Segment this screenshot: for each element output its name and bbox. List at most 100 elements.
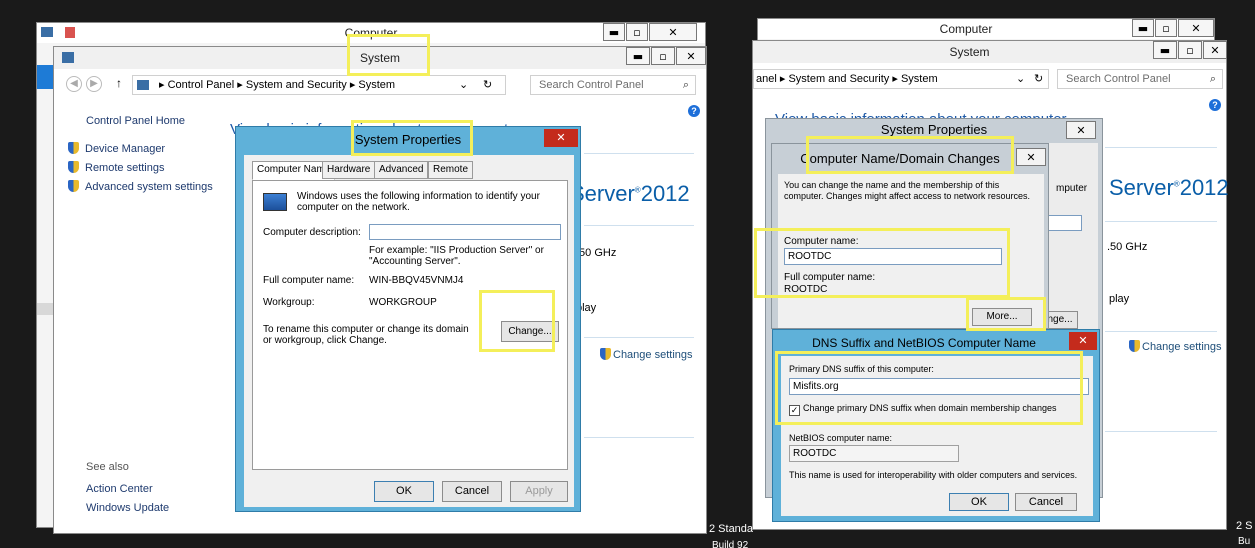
breadcrumb-system-security[interactable]: System and Security — [246, 79, 347, 91]
maximize-button[interactable]: ▫ — [651, 47, 675, 65]
close-button[interactable]: ✕ — [544, 129, 578, 147]
close-button[interactable]: ✕ — [1069, 332, 1097, 350]
breadcrumb-system[interactable]: System — [901, 73, 938, 85]
close-button[interactable]: ✕ — [1016, 148, 1046, 166]
apply-button[interactable]: Apply — [510, 481, 568, 502]
computer-name-input[interactable]: ROOTDC — [784, 248, 1002, 265]
netbios-name-field[interactable]: ROOTDC — [789, 445, 959, 462]
close-button[interactable]: ✕ — [1203, 41, 1227, 59]
dropdown-chevron-icon[interactable]: ⌄ — [459, 76, 468, 94]
help-icon[interactable]: ? — [1209, 99, 1221, 111]
tab-remote[interactable]: Remote — [428, 161, 474, 179]
quick-access-icon[interactable] — [65, 27, 75, 38]
display-fragment: play — [1109, 293, 1130, 305]
maximize-button[interactable]: ▫ — [1155, 19, 1177, 37]
dns-suffix-label: Primary DNS suffix of this computer: — [789, 364, 934, 374]
dialog-title: System Properties — [880, 122, 988, 137]
minimize-button[interactable]: ▬ — [603, 23, 625, 41]
forward-arrow-icon[interactable]: ▶ — [86, 76, 102, 92]
computer-window-title: Computer — [939, 22, 993, 36]
close-button[interactable]: ✕ — [676, 47, 706, 65]
computer-label-fragment: mputer — [1056, 183, 1088, 194]
tab-hardware[interactable]: Hardware — [322, 161, 376, 179]
windows-server-logo: Server®2012 — [570, 181, 690, 206]
back-arrow-icon[interactable]: ◀ — [66, 76, 82, 92]
workgroup-label: Workgroup: — [263, 297, 315, 308]
search-icon[interactable]: ⌕ — [1210, 70, 1216, 88]
see-also-windows-update[interactable]: Windows Update — [86, 502, 169, 514]
search-icon[interactable]: ⌕ — [683, 76, 689, 94]
change-settings-link[interactable]: Change settings — [1129, 340, 1222, 353]
edition-fragment: 2 S — [1236, 520, 1253, 532]
checkbox-check-icon[interactable]: ✓ — [789, 405, 800, 416]
ok-button[interactable]: OK — [374, 481, 434, 502]
sidebar-home-link[interactable]: Control Panel Home — [86, 115, 185, 127]
address-bar[interactable]: anel ▸ System and Security ▸ System ⌄ ↻ — [753, 69, 1049, 89]
shield-icon — [600, 348, 611, 360]
tab-advanced[interactable]: Advanced — [374, 161, 429, 179]
computer-icon — [263, 193, 287, 211]
name-domain-changes-dialog: Computer Name/Domain Changes ✕ You can c… — [771, 143, 1049, 329]
dialog-body: Primary DNS suffix of this computer: Mis… — [781, 356, 1093, 516]
breadcrumb-system-security[interactable]: System and Security — [788, 73, 889, 85]
cpu-speed-fragment: .50 GHz — [576, 247, 617, 259]
see-also-label: See also — [86, 461, 129, 473]
address-bar[interactable]: ▸ Control Panel ▸ System and Security ▸ … — [132, 75, 506, 95]
cancel-button[interactable]: Cancel — [1015, 493, 1077, 511]
search-box[interactable]: Search Control Panel ⌕ — [530, 75, 696, 95]
minimize-button[interactable]: ▬ — [1132, 19, 1154, 37]
minimize-button[interactable]: ▬ — [626, 47, 650, 65]
divider — [584, 437, 694, 438]
system-window-title: System — [949, 45, 990, 59]
close-button[interactable]: ✕ — [1178, 19, 1214, 37]
minimize-button[interactable]: ▬ — [1153, 41, 1177, 59]
cpu-speed-fragment: .50 GHz — [1107, 241, 1148, 253]
navigation-bar: ◀ ▶ ↑ ▸ Control Panel ▸ System and Secur… — [54, 71, 706, 101]
breadcrumb-control-panel[interactable]: anel — [756, 73, 777, 85]
full-name-value: WIN-BBQV45VNMJ4 — [369, 275, 464, 286]
full-name-label: Full computer name: — [263, 275, 355, 286]
shield-icon — [68, 142, 79, 154]
close-button[interactable]: ✕ — [1066, 121, 1096, 139]
breadcrumb-control-panel[interactable]: Control Panel — [168, 79, 235, 91]
divider — [1105, 221, 1217, 222]
shield-icon — [68, 161, 79, 173]
ok-button[interactable]: OK — [949, 493, 1009, 511]
dns-suffix-input[interactable]: Misfits.org — [789, 378, 1089, 395]
dialog-title: System Properties — [354, 132, 462, 147]
netbios-label: NetBIOS computer name: — [789, 433, 893, 443]
refresh-icon[interactable]: ↻ — [1034, 70, 1043, 88]
see-also-action-center[interactable]: Action Center — [86, 483, 153, 495]
system-window-title: System — [359, 51, 400, 65]
up-arrow-icon[interactable]: ↑ — [116, 76, 122, 90]
breadcrumb-system[interactable]: System — [358, 79, 395, 91]
sidebar-item-device-manager[interactable]: Device Manager — [68, 142, 165, 155]
crumb-separator-icon: ▸ — [237, 79, 246, 91]
change-suffix-checkbox[interactable]: ✓ Change primary DNS suffix when domain m… — [789, 403, 1056, 416]
navigation-bar: anel ▸ System and Security ▸ System ⌄ ↻ … — [753, 65, 1226, 95]
computer-window-title: Computer — [344, 26, 398, 40]
help-icon[interactable]: ? — [688, 105, 700, 117]
divider — [1105, 331, 1217, 332]
search-box[interactable]: Search Control Panel ⌕ — [1057, 69, 1223, 89]
sidebar-item-advanced-settings[interactable]: Advanced system settings — [68, 180, 213, 193]
change-settings-link[interactable]: Change settings — [600, 348, 693, 361]
computer-name-label: Computer name: — [784, 236, 859, 247]
dialog-body: Computer Name Hardware Advanced Remote W… — [244, 155, 574, 507]
computer-description-input[interactable] — [369, 224, 561, 240]
close-button[interactable]: ✕ — [649, 23, 697, 41]
refresh-icon[interactable]: ↻ — [483, 76, 492, 94]
maximize-button[interactable]: ▫ — [626, 23, 648, 41]
rename-text: To rename this computer or change its do… — [263, 324, 469, 346]
shield-icon — [68, 180, 79, 192]
intro-text: You can change the name and the membersh… — [784, 180, 1030, 201]
intro-text: Windows uses the following information t… — [297, 191, 540, 213]
more-button[interactable]: More... — [972, 308, 1032, 326]
divider — [584, 225, 694, 226]
dropdown-chevron-icon[interactable]: ⌄ — [1016, 70, 1025, 88]
cancel-button[interactable]: Cancel — [442, 481, 502, 502]
change-button[interactable]: Change... — [501, 321, 559, 342]
sidebar: Control Panel Home Device Manager Remote… — [54, 103, 230, 533]
sidebar-item-remote-settings[interactable]: Remote settings — [68, 161, 164, 174]
maximize-button[interactable]: ▫ — [1178, 41, 1202, 59]
